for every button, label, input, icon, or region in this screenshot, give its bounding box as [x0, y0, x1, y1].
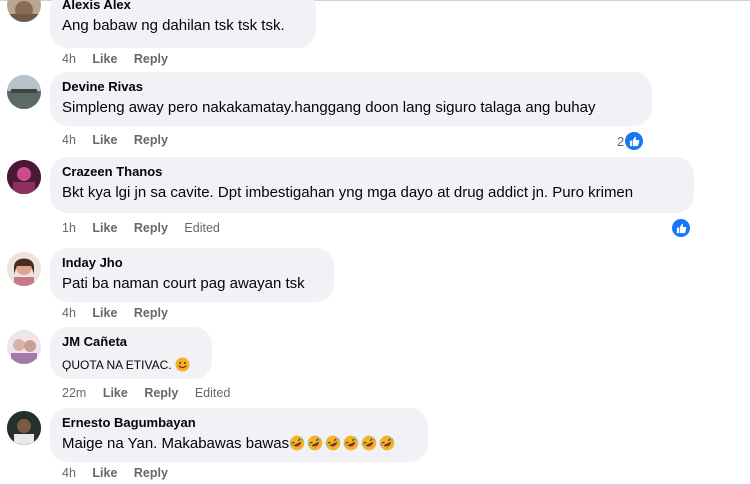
- comment-actions: 4h Like Reply: [62, 305, 181, 321]
- avatar[interactable]: [7, 75, 41, 109]
- rolling-laughing-emoji: [361, 435, 377, 457]
- comment-text-line: ϘUOTA NA ETIVAC.: [62, 355, 200, 378]
- comment-actions: 22m Like Reply Edited: [62, 385, 243, 401]
- reply-button[interactable]: Reply: [134, 52, 168, 66]
- comment-bubble: Devine Rivas Simpleng away pero nakakama…: [50, 72, 652, 126]
- comment-bubble: JM Cañeta ϘUOTA NA ETIVAC.: [50, 327, 212, 379]
- laugh-emoji-group: [289, 435, 395, 452]
- comment-bubble: Ernesto Bagumbayan Maige na Yan. Makabaw…: [50, 408, 428, 462]
- edited-label: Edited: [184, 221, 220, 235]
- thumbs-up-icon: [625, 132, 644, 150]
- comment-bubble: Crazeen Thanos Bkt kya lgi jn sa cavite.…: [50, 157, 694, 213]
- reply-button[interactable]: Reply: [134, 221, 168, 235]
- avatar[interactable]: [7, 160, 41, 194]
- rolling-laughing-emoji: [325, 435, 341, 457]
- commenter-name[interactable]: Alexis Alex: [62, 0, 304, 13]
- comment-time[interactable]: 22m: [62, 386, 86, 400]
- like-button[interactable]: Like: [92, 52, 117, 66]
- rolling-laughing-emoji: [379, 435, 395, 457]
- rolling-laughing-emoji: [289, 435, 305, 457]
- like-button[interactable]: Like: [103, 386, 128, 400]
- reaction-count: 2: [617, 133, 625, 149]
- avatar[interactable]: [7, 0, 41, 22]
- comment-text: Maige na Yan. Makabawas bawas: [62, 435, 290, 452]
- comment-actions: 1h Like Reply Edited: [62, 220, 233, 236]
- avatar[interactable]: [7, 411, 41, 445]
- comment-actions: 4h Like Reply: [62, 51, 181, 67]
- like-button[interactable]: Like: [92, 306, 117, 320]
- comment-text: Bkt kya lgi jn sa cavite. Dpt imbestigah…: [62, 184, 634, 201]
- reply-button[interactable]: Reply: [144, 386, 178, 400]
- reply-button[interactable]: Reply: [134, 466, 168, 480]
- comment-time[interactable]: 1h: [62, 221, 76, 235]
- comment-time[interactable]: 4h: [62, 52, 76, 66]
- like-button[interactable]: Like: [92, 221, 117, 235]
- reply-button[interactable]: Reply: [134, 306, 168, 320]
- comment-bubble: Alexis Alex Ang babaw ng dahilan tsk tsk…: [50, 0, 316, 48]
- commenter-name[interactable]: JM Cañeta: [62, 334, 200, 350]
- comment-time[interactable]: 4h: [62, 466, 76, 480]
- rolling-laughing-emoji: [307, 435, 323, 457]
- like-button[interactable]: Like: [92, 466, 117, 480]
- commenter-name[interactable]: Devine Rivas: [62, 79, 640, 95]
- comment-text: Simpleng away pero nakakamatay.hanggang …: [62, 99, 596, 116]
- comment-text-line: Maige na Yan. Makabawas bawas: [62, 434, 416, 457]
- comment-time[interactable]: 4h: [62, 306, 76, 320]
- comment-actions: 4h Like Reply: [62, 132, 181, 148]
- commenter-name[interactable]: Crazeen Thanos: [62, 164, 682, 180]
- comment-text: Pati ba naman court pag awayan tsk: [62, 275, 305, 292]
- thumbs-up-icon: [672, 219, 690, 237]
- comment-text: Ang babaw ng dahilan tsk tsk tsk.: [62, 17, 285, 34]
- reaction-summary[interactable]: 2: [617, 132, 644, 150]
- avatar[interactable]: [7, 330, 41, 364]
- commenter-name[interactable]: Inday Jho: [62, 255, 322, 271]
- rolling-laughing-emoji: [343, 435, 359, 457]
- reaction-summary[interactable]: [671, 219, 690, 237]
- comment-bubble: Inday Jho Pati ba naman court pag awayan…: [50, 248, 334, 302]
- commenter-name[interactable]: Ernesto Bagumbayan: [62, 415, 416, 431]
- avatar[interactable]: [7, 252, 41, 286]
- comment-time[interactable]: 4h: [62, 133, 76, 147]
- like-button[interactable]: Like: [92, 133, 117, 147]
- smiling-face-emoji: [175, 357, 190, 378]
- comment-actions: 4h Like Reply: [62, 465, 181, 481]
- reply-button[interactable]: Reply: [134, 133, 168, 147]
- edited-label: Edited: [194, 386, 231, 400]
- comment-text: ϘUOTA NA ETIVAC.: [62, 358, 172, 372]
